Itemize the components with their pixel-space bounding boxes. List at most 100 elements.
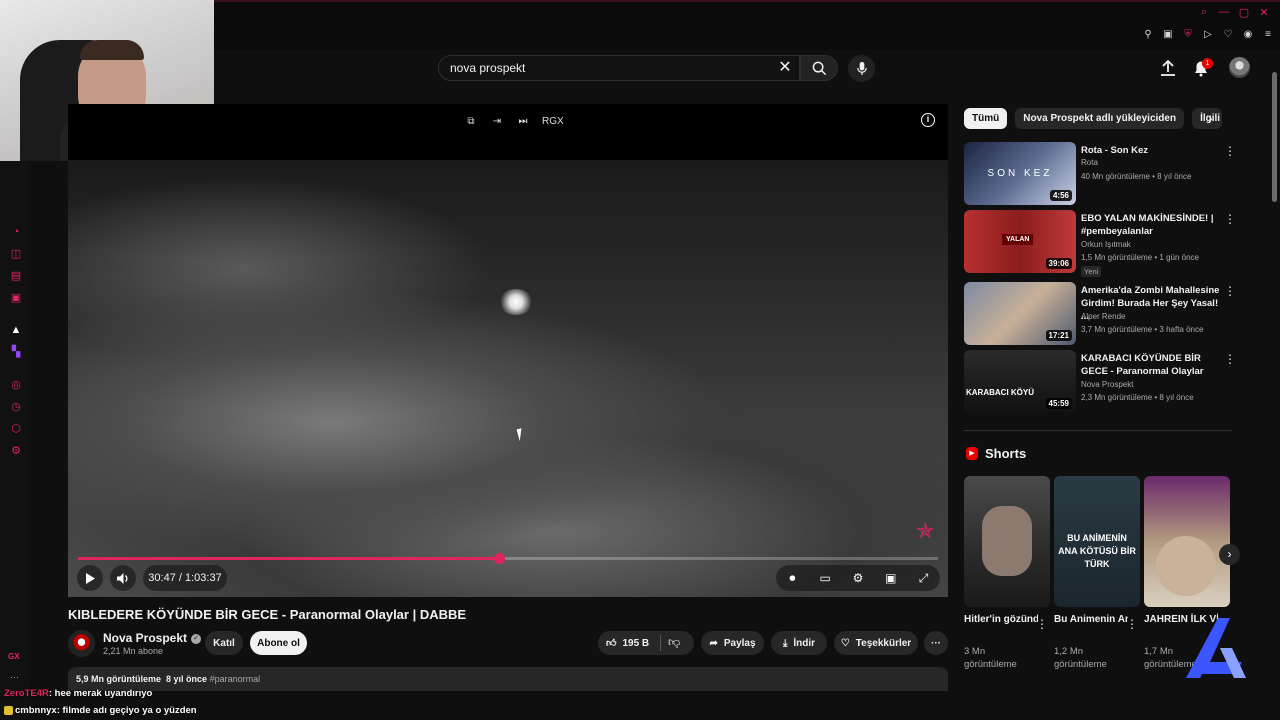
recommendation-title[interactable]: KARABACI KÖYÜNDE BİR GECE - Paranormal O… <box>1081 352 1221 378</box>
short-thumbnail[interactable]: BU ANİMENİN ANA KÖTÜSÜ BİR TÜRK <box>1054 476 1140 607</box>
search-input[interactable] <box>450 61 770 75</box>
thumbnail-text: YALAN <box>1002 234 1034 245</box>
kebab-menu-icon[interactable]: ⋮ <box>1036 617 1048 631</box>
video-thumbnail[interactable]: SON KEZ 4:56 <box>964 142 1076 205</box>
minimize-icon[interactable]: — <box>1218 6 1230 19</box>
recommendation-title[interactable]: EBO YALAN MAKİNESİNDE! | #pembeyalanlar <box>1081 212 1221 238</box>
recommendation-title[interactable]: Rota - Son Kez <box>1081 144 1221 157</box>
skip-icon[interactable]: ⏭ <box>516 116 530 127</box>
menu-icon[interactable]: ≡ <box>1262 28 1274 40</box>
subtitles-icon[interactable]: ▭ <box>816 571 834 585</box>
thumbs-up-icon: 👍︎ <box>606 638 617 649</box>
settings-icon[interactable]: ⚙ <box>849 571 867 585</box>
bag-icon[interactable]: ◫ <box>10 248 22 260</box>
play-button[interactable] <box>77 565 103 591</box>
more-sidebar-icon[interactable]: ··· <box>10 672 19 682</box>
short-views-label: görüntüleme <box>964 659 1017 670</box>
miniplayer-icon[interactable]: ▣ <box>882 571 900 585</box>
more-actions-button[interactable]: ··· <box>924 631 948 655</box>
kebab-menu-icon[interactable]: ⋮ <box>1224 144 1236 158</box>
search-icon[interactable]: ⌕ <box>1198 6 1210 19</box>
recommendation-channel[interactable]: Nova Prospekt <box>1081 380 1133 389</box>
chat-username: ZeroTE4R <box>4 688 49 699</box>
heart-icon[interactable]: ♡ <box>1222 28 1234 40</box>
maximize-icon[interactable]: ▢ <box>1238 6 1250 19</box>
autoplay-toggle-icon[interactable]: ⏺ <box>783 571 801 586</box>
chevron-right-icon[interactable]: › <box>1208 110 1213 126</box>
upload-icon[interactable] <box>1158 58 1178 78</box>
short-views: 3 Mn görüntüleme <box>964 645 1017 671</box>
scrollbar-thumb[interactable] <box>1272 72 1277 202</box>
video-thumbnail[interactable]: 17:21 <box>964 282 1076 345</box>
video-player[interactable]: ⧉ ⇥ ⏭ RGX i ✯ 30:47 / 1:03:37 ⏺ ▭ ⚙ ▣ ⤢ <box>68 104 948 597</box>
recommendation-channel[interactable]: Orkun Işıtmak <box>1081 240 1131 249</box>
player-icon[interactable]: ▷ <box>1202 28 1214 40</box>
kebab-menu-icon[interactable]: ⋮ <box>1224 284 1236 298</box>
search-button[interactable] <box>800 55 838 81</box>
share-icon: ➦ <box>709 637 718 649</box>
kebab-menu-icon[interactable]: ⋮ <box>1224 212 1236 226</box>
close-icon[interactable]: ✕ <box>1258 6 1270 19</box>
history-icon[interactable]: ◷ <box>10 401 22 413</box>
streamer-logo <box>1186 618 1246 678</box>
extension-icon[interactable]: ⬡ <box>10 423 22 435</box>
thumbnail-text: KARABACI KÖYÜ <box>966 388 1034 397</box>
search-box[interactable] <box>438 55 800 81</box>
channel-name-text[interactable]: Nova Prospekt <box>103 631 187 645</box>
info-icon[interactable]: i <box>921 113 935 127</box>
chip-all[interactable]: Tümü <box>964 108 1008 129</box>
settings-icon[interactable]: ⚙ <box>10 445 22 457</box>
snapshot-icon[interactable]: ▣ <box>1162 28 1174 40</box>
short-thumbnail[interactable] <box>1144 476 1230 607</box>
twitch-icon[interactable]: ▚ <box>10 346 22 358</box>
popout-icon[interactable]: ⧉ <box>464 116 478 127</box>
time-display: 30:47 / 1:03:37 <box>143 565 227 591</box>
channel-name[interactable]: Nova Prospekt ✓ <box>103 631 202 645</box>
messenger-icon[interactable]: ▣ <box>10 292 22 304</box>
channel-avatar[interactable] <box>68 630 95 657</box>
recommendation-item[interactable]: 17:21 Amerika'da Zombi Mahallesine Girdi… <box>964 282 1236 346</box>
clear-icon[interactable]: ✕ <box>775 58 795 78</box>
aria-icon[interactable]: ◔ <box>10 226 22 238</box>
volume-button[interactable] <box>110 565 136 591</box>
rgx-icon[interactable]: RGX <box>542 116 564 127</box>
profile-icon[interactable]: ◉ <box>1242 28 1254 40</box>
subscribe-button[interactable]: Abone ol <box>250 631 307 655</box>
short-thumbnail[interactable] <box>964 476 1050 607</box>
subscriber-count: 2,21 Mn abone <box>103 646 164 656</box>
recommendation-channel[interactable]: Alper Rende <box>1081 312 1125 321</box>
kebab-menu-icon[interactable]: ⋮ <box>1126 617 1138 631</box>
join-button[interactable]: Katıl <box>205 631 243 655</box>
account-avatar[interactable] <box>1229 57 1250 78</box>
progress-bar[interactable] <box>78 553 938 564</box>
news-icon[interactable]: ▤ <box>10 270 22 282</box>
fullscreen-icon[interactable]: ⤢ <box>915 571 933 586</box>
recommendation-item[interactable]: KARABACI KÖYÜ 45:59 KARABACI KÖYÜNDE BİR… <box>964 350 1236 414</box>
shield-icon[interactable]: ⛨ <box>1182 28 1194 40</box>
recommendation-item[interactable]: SON KEZ 4:56 Rota - Son Kez Rota 40 Mn g… <box>964 142 1236 206</box>
thanks-button[interactable]: ♡ Teşekkürler <box>834 631 918 655</box>
thumbs-down-icon[interactable]: 👎︎ <box>668 635 680 650</box>
recommendation-item[interactable]: YALAN 39:06 EBO YALAN MAKİNESİNDE! | #pe… <box>964 210 1236 277</box>
share-button[interactable]: ➦ Paylaş <box>701 631 764 655</box>
pin-icon[interactable]: ⚲ <box>1142 28 1154 40</box>
window-controls: ⌕ — ▢ ✕ <box>1198 6 1270 19</box>
kebab-menu-icon[interactable]: ⋮ <box>1224 352 1236 366</box>
description-box[interactable]: 5,9 Mn görüntüleme 8 yıl önce #paranorma… <box>68 667 948 691</box>
short-title[interactable]: Hitler'in gözünden ... <box>964 613 1038 627</box>
logo-icon[interactable]: ▲ <box>10 324 22 336</box>
short-views-count: 3 Mn <box>964 646 986 657</box>
video-thumbnail[interactable]: YALAN 39:06 <box>964 210 1076 273</box>
browser-extensions: ⚲ ▣ ⛨ ▷ ♡ ◉ ≡ <box>1142 28 1274 40</box>
shorts-next-button[interactable]: › <box>1219 544 1240 565</box>
player-sidebar-icon[interactable]: ◎ <box>10 379 22 391</box>
chat-text: : filmde adı geçiyo ya o yüzden <box>56 705 197 716</box>
cast-icon[interactable]: ⇥ <box>490 116 504 127</box>
download-button[interactable]: ⤓ İndir <box>771 631 827 655</box>
video-thumbnail[interactable]: KARABACI KÖYÜ 45:59 <box>964 350 1076 413</box>
short-title[interactable]: Bu Animenin Ana Kötüsü... <box>1054 613 1128 627</box>
hashtag[interactable]: #paranormal <box>210 674 261 684</box>
voice-search-button[interactable] <box>848 55 875 82</box>
chip-uploader[interactable]: Nova Prospekt adlı yükleyiciden <box>1015 108 1185 129</box>
recommendation-channel[interactable]: Rota <box>1081 158 1098 167</box>
